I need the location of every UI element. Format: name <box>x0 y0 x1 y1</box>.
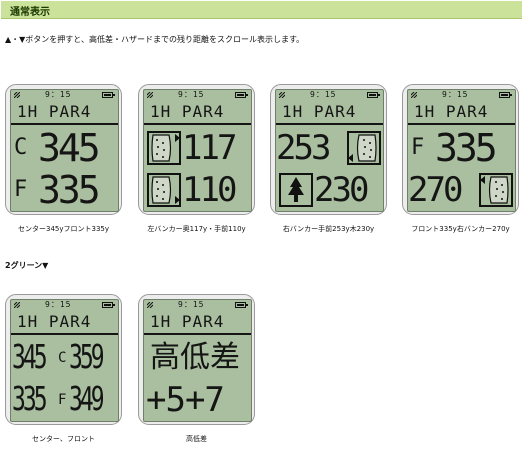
distance-row-bunker-front: 110 <box>144 169 251 211</box>
bunker-right-icon <box>347 131 381 165</box>
caption-4: フロント335y右バンカー270y <box>411 225 510 233</box>
distance-row-tree: 230 <box>276 169 383 211</box>
battery-icon <box>102 92 115 98</box>
signal-icon <box>14 92 20 98</box>
signal-icon <box>147 302 153 308</box>
lcd-display: 9：15 1H PAR4 117 110 <box>143 89 252 212</box>
lcd-display: 9：15 1H PAR4 253 230 <box>275 89 384 212</box>
lcd-display: 9：15 1H PAR4 F 335 270 <box>407 89 516 212</box>
elevation-values: +5+7 <box>146 380 225 420</box>
caption-5: センター、フロント <box>32 435 95 443</box>
lcd-display: 9：15 1H PAR4 C 345 F 335 <box>10 89 119 212</box>
description-text: ▲・▼ボタンを押すと、高低差・ハザードまでの残り距離をスクロール表示します。 <box>5 35 305 44</box>
battery-icon <box>102 302 115 308</box>
time-display: 9：15 <box>442 90 469 99</box>
signal-icon <box>147 92 153 98</box>
signal-icon <box>279 92 285 98</box>
device-screen-5: 9：15 1H PAR4 345 C 359 335 F 349 <box>5 294 122 425</box>
center-label: C <box>58 350 67 366</box>
bunker-right-distance: 253 <box>276 128 331 168</box>
divider <box>144 333 251 335</box>
divider <box>11 123 118 125</box>
hole-par: 1H PAR4 <box>282 102 357 121</box>
elevation-label-row: 高低差 <box>144 337 251 379</box>
distance-row-front: F 335 <box>408 127 515 169</box>
signal-icon <box>14 302 20 308</box>
device-screen-6: 9：15 1H PAR4 高低差 +5+7 <box>138 294 255 425</box>
divider <box>408 123 515 125</box>
bunker-right-distance: 270 <box>408 170 463 210</box>
status-bar: 9：15 <box>11 300 118 310</box>
front-label: F <box>14 177 28 202</box>
status-bar: 9：15 <box>276 90 383 100</box>
caption-6: 高低差 <box>186 435 207 443</box>
front-label: F <box>411 135 425 160</box>
divider <box>276 123 383 125</box>
status-bar: 9：15 <box>11 90 118 100</box>
battery-icon <box>235 302 248 308</box>
section-header: 通常表示 <box>1 1 522 19</box>
status-bar: 9：15 <box>144 300 251 310</box>
front-distance: 335 <box>435 126 498 170</box>
lcd-display: 9：15 1H PAR4 345 C 359 335 F 349 <box>10 299 119 422</box>
distance-row-front: F 335 <box>11 169 118 211</box>
bunker-front-distance: 110 <box>182 170 237 210</box>
device-screen-4: 9：15 1H PAR4 F 335 270 <box>402 84 519 215</box>
distance-row-bunker-right: 270 <box>408 169 515 211</box>
device-screen-2: 9：15 1H PAR4 117 110 <box>138 84 255 215</box>
time-display: 9：15 <box>178 300 205 309</box>
time-display: 9：15 <box>178 90 205 99</box>
elevation-value-row: +5+7 <box>144 379 251 421</box>
device-screen-1: 9：15 1H PAR4 C 345 F 335 <box>5 84 122 215</box>
front-distance: 335 <box>38 168 101 212</box>
distance-row-bunker-right: 253 <box>276 127 383 169</box>
bunker-left-front-icon <box>147 173 181 207</box>
bunker-right-far-icon <box>479 173 513 207</box>
center-distance: 345 <box>38 126 101 170</box>
battery-icon <box>367 92 380 98</box>
caption-2: 左バンカー奥117y・手前110y <box>147 225 246 233</box>
distance-row-center: C 345 <box>11 127 118 169</box>
hole-par: 1H PAR4 <box>150 312 225 331</box>
caption-1: センター345yフロント335y <box>17 225 109 233</box>
section-title: 通常表示 <box>10 7 50 18</box>
status-bar: 9：15 <box>408 90 515 100</box>
bunker-back-distance: 117 <box>182 128 237 168</box>
caption-3: 右バンカー手前253y木230y <box>282 225 375 233</box>
section-2-title: 2グリーン▼ <box>5 261 49 270</box>
green1-front-distance: 335 <box>12 381 48 419</box>
device-screen-3: 9：15 1H PAR4 253 230 <box>270 84 387 215</box>
hole-par: 1H PAR4 <box>150 102 225 121</box>
hole-par: 1H PAR4 <box>17 102 92 121</box>
front-label: F <box>58 392 67 408</box>
elevation-label: 高低差 <box>150 340 240 375</box>
bunker-left-icon <box>147 131 181 165</box>
signal-icon <box>411 92 417 98</box>
status-bar: 9：15 <box>144 90 251 100</box>
battery-icon <box>235 92 248 98</box>
distance-row-bunker-back: 117 <box>144 127 251 169</box>
distance-row-front: 335 F 349 <box>11 379 118 421</box>
divider <box>144 123 251 125</box>
tree-icon <box>279 173 313 207</box>
hole-par: 1H PAR4 <box>414 102 489 121</box>
battery-icon <box>499 92 512 98</box>
center-label: C <box>14 135 28 160</box>
time-display: 9：15 <box>310 90 337 99</box>
tree-distance: 230 <box>314 170 369 210</box>
time-display: 9：15 <box>45 90 72 99</box>
time-display: 9：15 <box>45 300 72 309</box>
green2-front-distance: 349 <box>69 381 105 419</box>
lcd-display: 9：15 1H PAR4 高低差 +5+7 <box>143 299 252 422</box>
